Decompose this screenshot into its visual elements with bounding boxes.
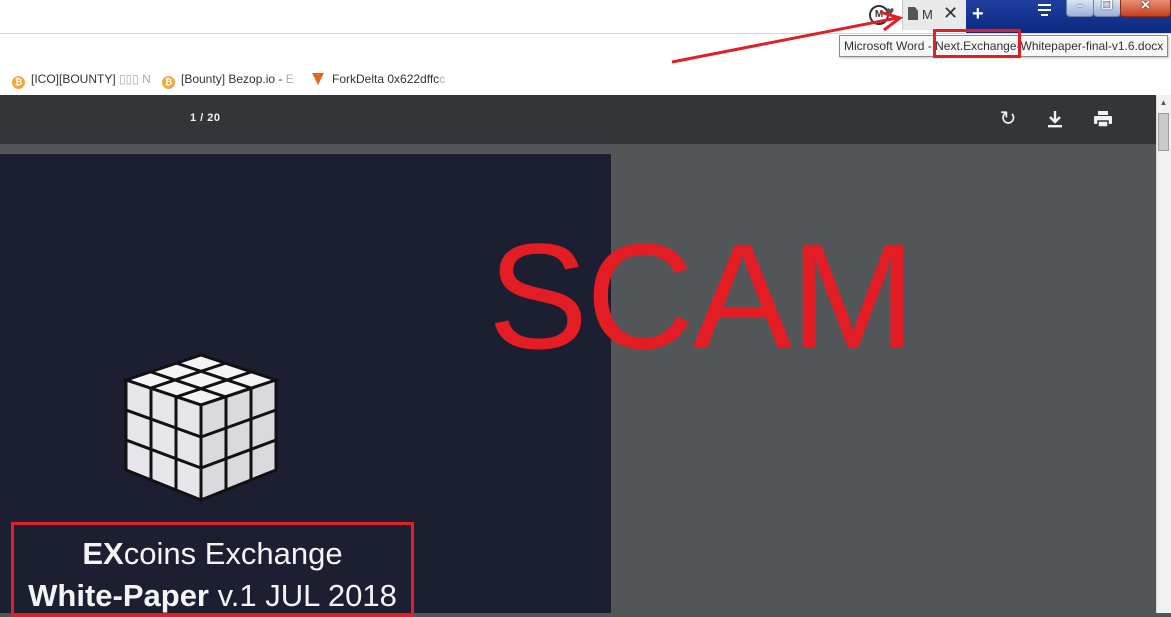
window-close-button[interactable]: ✕ [1120,0,1171,17]
page-indicator[interactable]: 1 / 20 [190,112,221,124]
restore-button[interactable]: ❐ [1093,0,1121,17]
bookmarks-bar: ₿ [ICO][BOUNTY] ▯▯▯ N ₿ [Bounty] Bezop.io … [0,63,1171,95]
scam-annotation: SCAM [488,212,915,380]
scroll-thumb[interactable] [1158,113,1169,151]
bookmark-forkdelta[interactable]: ForkDelta 0x622dffcc [312,72,445,86]
scroll-up-arrow-icon[interactable]: ▲ [1158,97,1169,108]
tab-label: M [922,7,933,22]
bookmark-label-fade: ▯▯▯ N [115,72,151,86]
new-tab-button[interactable]: + [972,3,984,26]
scrollbar[interactable] [1156,95,1171,613]
bookmark-label: [ICO][BOUNTY] [31,72,116,86]
rubiks-cube-logo [121,353,281,503]
print-icon[interactable] [1091,107,1115,131]
bookmark-label: [Bounty] Bezop.io - [181,72,286,86]
bitcoin-icon: ₿ [162,76,175,89]
menu-icon[interactable] [1032,0,1058,20]
bookmark-label-fade: c [439,72,446,86]
bookmark-label-fade: E [285,72,294,86]
forkdelta-icon [312,73,324,85]
minimize-button[interactable]: – [1066,0,1094,17]
bitcoin-icon: ₿ [12,76,25,89]
bookmark-bezop[interactable]: ₿ [Bounty] Bezop.io - E [162,72,294,89]
highlight-box-title [11,522,414,617]
heart-icon[interactable]: ♥ [886,3,894,19]
bookmark-label: ForkDelta 0x622dffc [332,72,440,86]
tab-close-button[interactable]: ✕ [943,3,958,24]
pdf-toolbar: 1 / 20 ↻ [0,95,1171,144]
highlight-box-filename [933,29,1021,58]
download-icon[interactable] [1043,107,1067,131]
bookmark-ico-bounty[interactable]: ₿ [ICO][BOUNTY] ▯▯▯ N [12,72,151,89]
rotate-icon[interactable]: ↻ [996,107,1020,131]
